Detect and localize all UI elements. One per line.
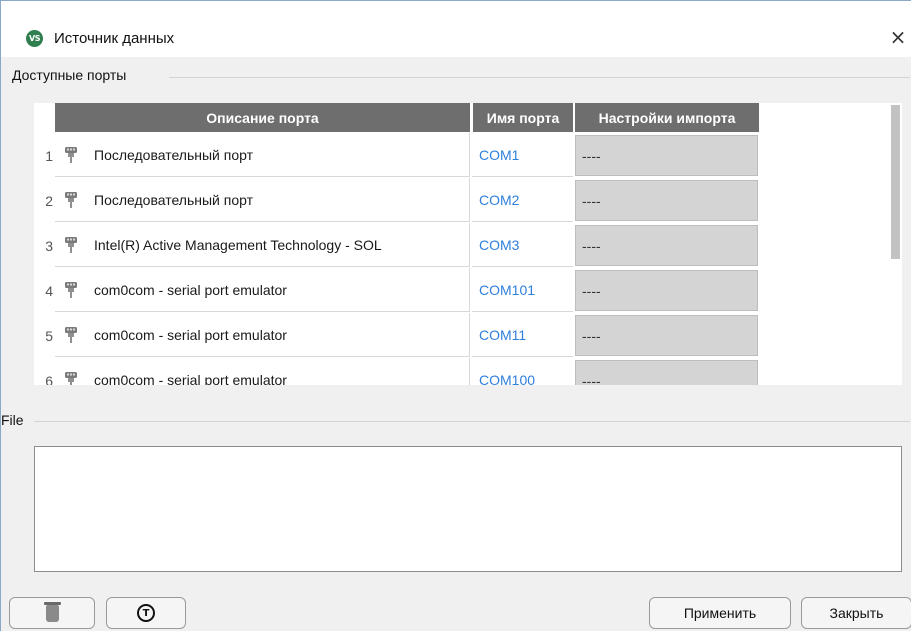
info-icon: T: [137, 604, 155, 622]
column-header-port-name[interactable]: Имя порта: [472, 103, 573, 132]
table-row[interactable]: 6 com0com - serial port emulator COM100 ---…: [34, 358, 764, 385]
ports-table: Описание порта Имя порта Настройки импор…: [34, 103, 902, 385]
port-description-cell[interactable]: com0com - serial port emulator: [55, 358, 470, 385]
serial-port-icon: [65, 281, 77, 298]
port-description-cell[interactable]: Intel(R) Active Management Technology - …: [55, 223, 470, 267]
port-description: com0com - serial port emulator: [94, 281, 287, 298]
serial-port-icon: [65, 371, 77, 385]
table-row[interactable]: 3 Intel(R) Active Management Technology -…: [34, 223, 764, 268]
data-source-dialog: VS Источник данных × Доступные порты Опи…: [0, 0, 911, 631]
row-number: 4: [45, 282, 53, 299]
column-header-description[interactable]: Описание порта: [55, 103, 470, 132]
group-divider: [34, 421, 910, 422]
serial-port-icon: [65, 146, 77, 163]
port-description: Intel(R) Active Management Technology - …: [94, 236, 382, 253]
close-button[interactable]: Закрыть: [801, 597, 911, 629]
row-number: 3: [45, 237, 53, 254]
port-description-cell[interactable]: Последовательный порт: [55, 133, 470, 177]
port-name-cell[interactable]: COM101: [472, 268, 573, 312]
import-settings-cell[interactable]: ----: [575, 360, 758, 385]
port-description: com0com - serial port emulator: [94, 371, 287, 386]
row-number: 2: [45, 192, 53, 209]
window-title: Источник данных: [54, 30, 175, 47]
table-header: Описание порта Имя порта Настройки импор…: [34, 103, 902, 132]
serial-port-icon: [65, 326, 77, 343]
port-name-cell[interactable]: COM3: [472, 223, 573, 267]
row-number: 1: [45, 147, 53, 164]
vertical-scrollbar[interactable]: [889, 103, 902, 385]
file-group-label: File: [1, 412, 27, 428]
import-settings-cell[interactable]: ----: [575, 270, 758, 311]
file-text-area[interactable]: [34, 446, 902, 572]
serial-port-icon: [65, 191, 77, 208]
table-row[interactable]: 2 Последовательный порт COM2 ----: [34, 178, 764, 223]
port-name-cell[interactable]: COM1: [472, 133, 573, 177]
table-row[interactable]: 4 com0com - serial port emulator COM101 ---…: [34, 268, 764, 313]
serial-port-icon: [65, 236, 77, 253]
scrollbar-thumb[interactable]: [891, 105, 900, 259]
port-name-cell[interactable]: COM11: [472, 313, 573, 357]
port-description-cell[interactable]: com0com - serial port emulator: [55, 268, 470, 312]
port-name-cell[interactable]: COM2: [472, 178, 573, 222]
port-description: com0com - serial port emulator: [94, 326, 287, 343]
info-button[interactable]: T: [106, 597, 186, 629]
port-description-cell[interactable]: com0com - serial port emulator: [55, 313, 470, 357]
table-row[interactable]: 1 Последовательный порт COM1 ----: [34, 133, 764, 178]
row-number: 6: [45, 372, 53, 386]
ports-group-label: Доступные порты: [12, 67, 130, 83]
table-row[interactable]: 5 com0com - serial port emulator COM11 ----: [34, 313, 764, 358]
port-description-cell[interactable]: Последовательный порт: [55, 178, 470, 222]
import-settings-cell[interactable]: ----: [575, 135, 758, 176]
import-settings-cell[interactable]: ----: [575, 315, 758, 356]
port-description: Последовательный порт: [94, 146, 254, 163]
group-divider: [169, 77, 910, 78]
apply-button[interactable]: Применить: [649, 597, 791, 629]
app-logo-icon: VS: [26, 30, 43, 47]
port-description: Последовательный порт: [94, 191, 254, 208]
import-settings-cell[interactable]: ----: [575, 180, 758, 221]
delete-button[interactable]: [9, 597, 95, 629]
title-bar: VS Источник данных ×: [1, 1, 911, 57]
import-settings-cell[interactable]: ----: [575, 225, 758, 266]
column-header-import-settings[interactable]: Настройки импорта: [574, 103, 759, 132]
close-window-icon[interactable]: ×: [884, 23, 911, 51]
trash-icon: [43, 601, 61, 622]
row-number: 5: [45, 327, 53, 344]
port-name-cell[interactable]: COM100: [472, 358, 573, 386]
